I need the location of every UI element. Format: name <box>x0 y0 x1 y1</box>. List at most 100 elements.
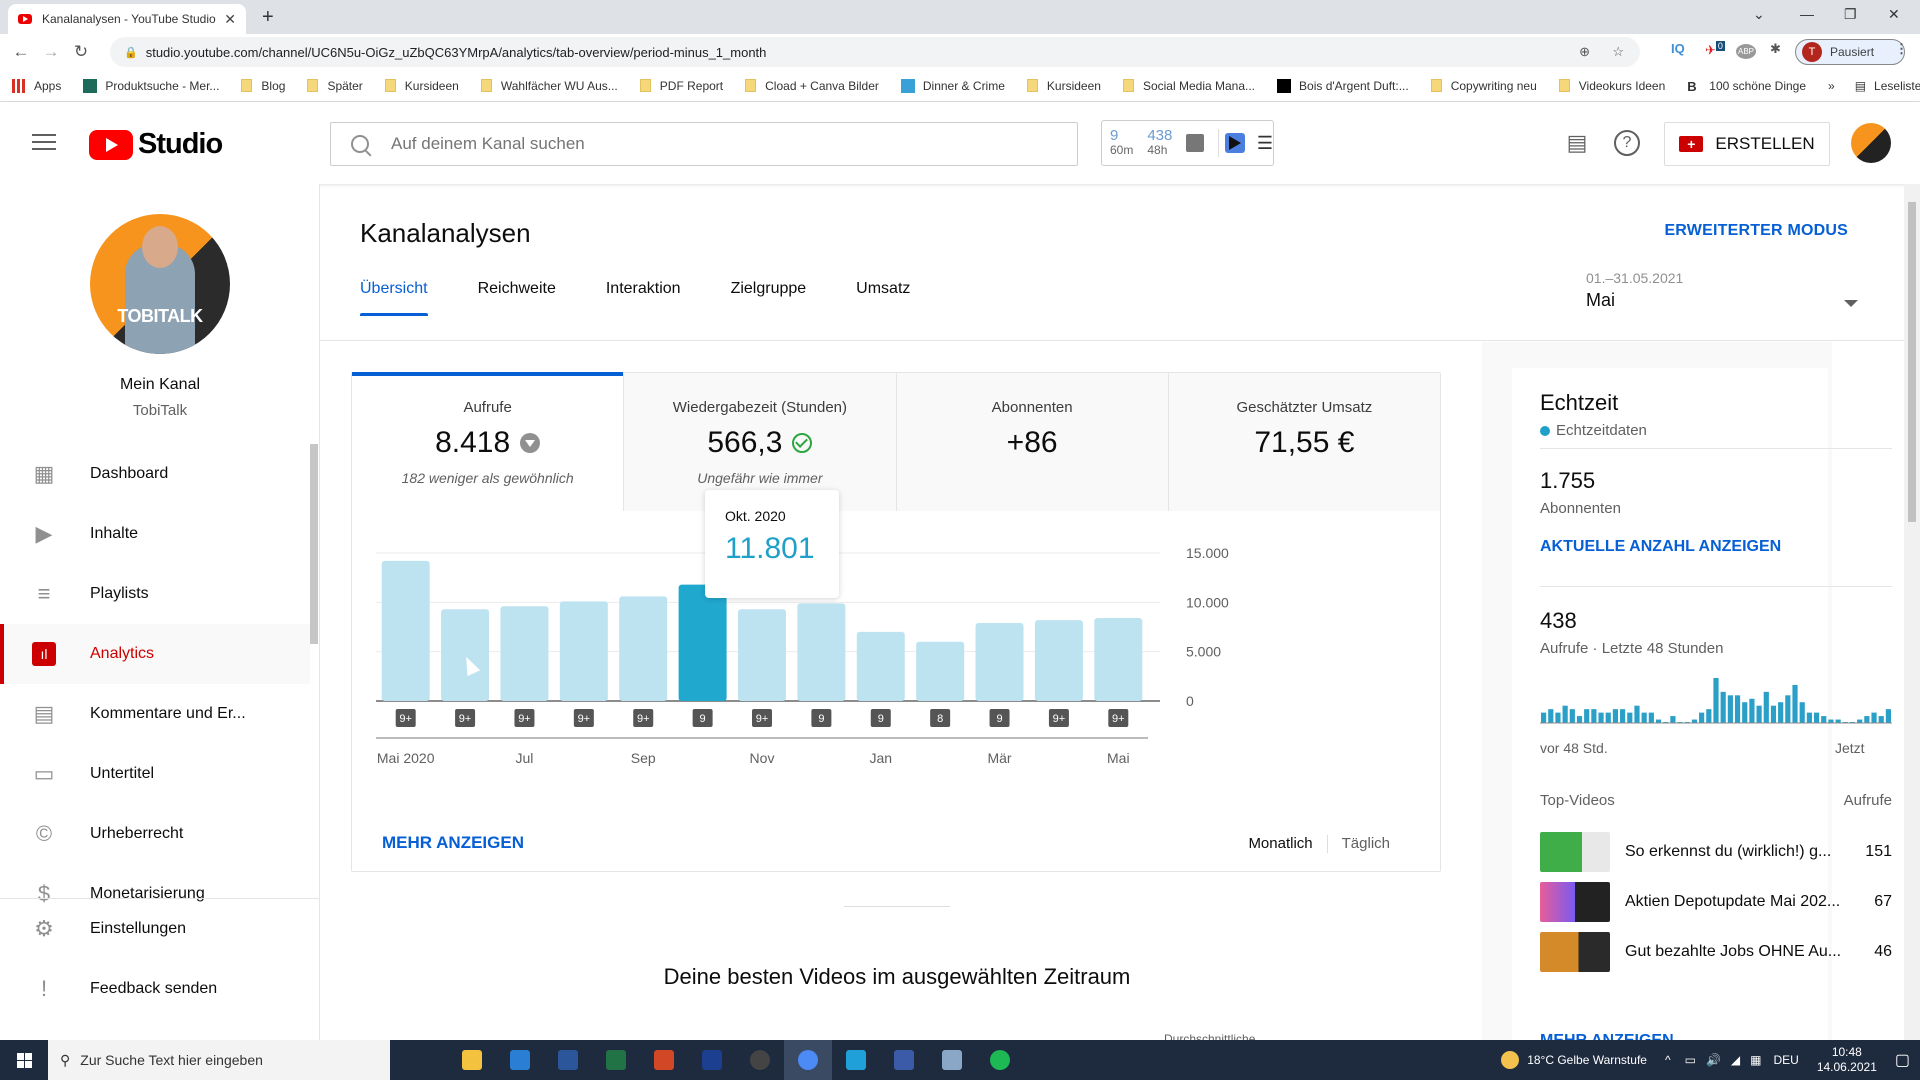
minimize-button[interactable]: — <box>1800 6 1814 22</box>
profile-button[interactable]: T Pausiert <box>1795 39 1905 65</box>
advanced-mode-link[interactable]: ERWEITERTER MODUS <box>1664 222 1848 240</box>
reading-list-button[interactable]: ▤ Leseliste <box>1855 79 1920 93</box>
forward-icon[interactable]: → <box>36 42 66 62</box>
bookmark-item[interactable]: Cload + Canva Bilder <box>745 79 879 93</box>
wifi-icon[interactable]: ◢ <box>1731 1053 1740 1067</box>
tab-übersicht[interactable]: Übersicht <box>360 280 428 316</box>
account-avatar[interactable] <box>1851 123 1891 163</box>
bar-jan[interactable] <box>856 631 905 701</box>
adblock-icon[interactable]: ABP <box>1736 44 1757 59</box>
volume-icon[interactable]: 🔊 <box>1706 1053 1721 1067</box>
bookmarks-overflow-icon[interactable]: » <box>1828 79 1835 93</box>
close-tab-icon[interactable]: ✕ <box>224 11 236 28</box>
bookmark-item[interactable]: PDF Report <box>639 79 723 93</box>
notepad-icon[interactable] <box>928 1040 976 1080</box>
tab-search-icon[interactable]: ⌄ <box>1753 6 1765 23</box>
bar-feb[interactable] <box>916 641 965 701</box>
bar-mai-2020[interactable] <box>381 560 430 701</box>
obs-icon[interactable] <box>736 1040 784 1080</box>
taskbar-search[interactable]: ⚲ Zur Suche Text hier eingeben <box>48 1040 390 1080</box>
sidebar-item-feedback[interactable]: ! Feedback senden <box>0 959 320 1019</box>
show-current-count-link[interactable]: AKTUELLE ANZAHL ANZEIGEN <box>1540 538 1781 556</box>
tab-reichweite[interactable]: Reichweite <box>478 280 556 316</box>
vidiq-play-icon[interactable] <box>1225 133 1245 153</box>
clock[interactable]: 10:48 14.06.2021 <box>1817 1045 1877 1075</box>
notification-icon[interactable]: ▢ <box>1895 1050 1910 1070</box>
restore-button[interactable]: ❐ <box>1844 6 1857 23</box>
video-title[interactable]: Gut bezahlte Jobs OHNE Au... <box>1625 943 1852 961</box>
more-button[interactable]: MEHR ANZEIGEN <box>382 833 524 853</box>
period-selector[interactable]: 01.–31.05.2021 Mai <box>1586 270 1866 311</box>
edge-icon[interactable] <box>832 1040 880 1080</box>
back-icon[interactable]: ← <box>6 42 36 62</box>
extensions-puzzle-icon[interactable]: ✱ <box>1770 41 1781 57</box>
video-title[interactable]: Aktien Depotupdate Mai 202... <box>1625 893 1852 911</box>
page-scrollbar[interactable] <box>1904 184 1920 1040</box>
video-thumbnail[interactable] <box>1540 882 1610 922</box>
bar-jul[interactable] <box>500 606 549 701</box>
help-icon[interactable]: ? <box>1614 130 1640 156</box>
bookmark-item[interactable]: Bois d'Argent Duft:... <box>1277 78 1409 93</box>
reload-icon[interactable]: ↻ <box>66 42 96 62</box>
bar-mai[interactable] <box>1094 617 1143 701</box>
tab-umsatz[interactable]: Umsatz <box>856 280 910 316</box>
language-indicator[interactable]: DEU <box>1773 1053 1798 1067</box>
bookmark-item[interactable]: Kursideen <box>1026 79 1101 93</box>
bar-chart-icon[interactable] <box>1186 134 1205 152</box>
bookmark-item[interactable]: Social Media Mana... <box>1122 79 1255 93</box>
zoom-icon[interactable]: ⊕ <box>1579 44 1590 60</box>
bird-extension-icon[interactable]: ✈ 0 <box>1705 41 1725 58</box>
sidebar-scrollbar[interactable] <box>310 444 318 644</box>
bookmark-item[interactable]: Später <box>307 79 363 93</box>
tab-zielgruppe[interactable]: Zielgruppe <box>731 280 807 316</box>
weather-text[interactable]: 18°C Gelbe Warnstufe <box>1527 1053 1647 1067</box>
bookmark-item[interactable]: Apps <box>12 78 61 93</box>
excel-icon[interactable] <box>592 1040 640 1080</box>
daily-option[interactable]: Täglich <box>1342 835 1390 853</box>
sidebar-item-analytics[interactable]: ıl Analytics <box>0 624 310 684</box>
metric-tab-2[interactable]: Abonnenten +86 <box>896 373 1169 511</box>
browser-menu-icon[interactable]: ⋮ <box>1895 41 1908 57</box>
bar-okt[interactable] <box>678 584 727 701</box>
file-explorer-icon[interactable] <box>448 1040 496 1080</box>
top-video-row[interactable]: Gut bezahlte Jobs OHNE Au... 46 <box>1540 932 1892 972</box>
close-window-button[interactable]: ✕ <box>1888 6 1900 23</box>
search-input[interactable] <box>391 134 1011 154</box>
monthly-option[interactable]: Monatlich <box>1248 835 1312 853</box>
chrome-icon[interactable] <box>784 1040 832 1080</box>
sidebar-item-playlists[interactable]: ≡ Playlists <box>0 564 310 624</box>
bookmark-item[interactable]: Dinner & Crime <box>900 78 1005 93</box>
scrollbar-thumb[interactable] <box>1908 202 1916 522</box>
bookmark-item[interactable]: Blog <box>241 79 285 93</box>
url-bar[interactable]: 🔒 studio.youtube.com/channel/UC6N5u-OiGz… <box>110 37 1640 67</box>
bookmark-star-icon[interactable]: ☆ <box>1612 44 1624 60</box>
windows-start-icon[interactable] <box>0 1040 48 1080</box>
spotify-icon[interactable] <box>976 1040 1024 1080</box>
video-thumbnail[interactable] <box>1540 932 1610 972</box>
bar-aug[interactable] <box>559 601 608 701</box>
sidebar-item-kommentare[interactable]: ▤ Kommentare und Er... <box>0 684 310 744</box>
sidebar-item-untertitel[interactable]: ▭ Untertitel <box>0 744 310 804</box>
bookmark-item[interactable]: Wahlfächer WU Aus... <box>480 79 618 93</box>
hamburger-menu-icon[interactable] <box>32 134 56 150</box>
bar-jun[interactable] <box>441 609 490 701</box>
bookmark-item[interactable]: Copywriting neu <box>1430 79 1537 93</box>
bookmark-item[interactable]: Videokurs Ideen <box>1558 79 1665 93</box>
mail-icon[interactable] <box>496 1040 544 1080</box>
sidebar-item-inhalte[interactable]: ▶ Inhalte <box>0 504 310 564</box>
powerpoint-icon[interactable] <box>640 1040 688 1080</box>
bar-sep[interactable] <box>619 596 668 701</box>
bar-nov[interactable] <box>738 609 786 701</box>
bar-dez[interactable] <box>797 603 846 701</box>
channel-avatar[interactable]: TOBITALK <box>90 214 230 354</box>
studio-logo[interactable]: Studio <box>89 128 223 161</box>
bookmark-item[interactable]: Produktsuche - Mer... <box>83 78 219 93</box>
video-title[interactable]: So erkennst du (wirklich!) g... <box>1625 843 1852 861</box>
sidebar-item-urheberrecht[interactable]: © Urheberrecht <box>0 804 310 864</box>
browser-tab[interactable]: Kanalanalysen - YouTube Studio ✕ <box>8 4 246 34</box>
top-video-row[interactable]: Aktien Depotupdate Mai 202... 67 <box>1540 882 1892 922</box>
sidebar-item-dashboard[interactable]: ▦ Dashboard <box>0 444 310 504</box>
task-view-icon[interactable] <box>400 1040 448 1080</box>
create-button[interactable]: + ERSTELLEN <box>1664 122 1830 166</box>
video-thumbnail[interactable] <box>1540 832 1610 872</box>
